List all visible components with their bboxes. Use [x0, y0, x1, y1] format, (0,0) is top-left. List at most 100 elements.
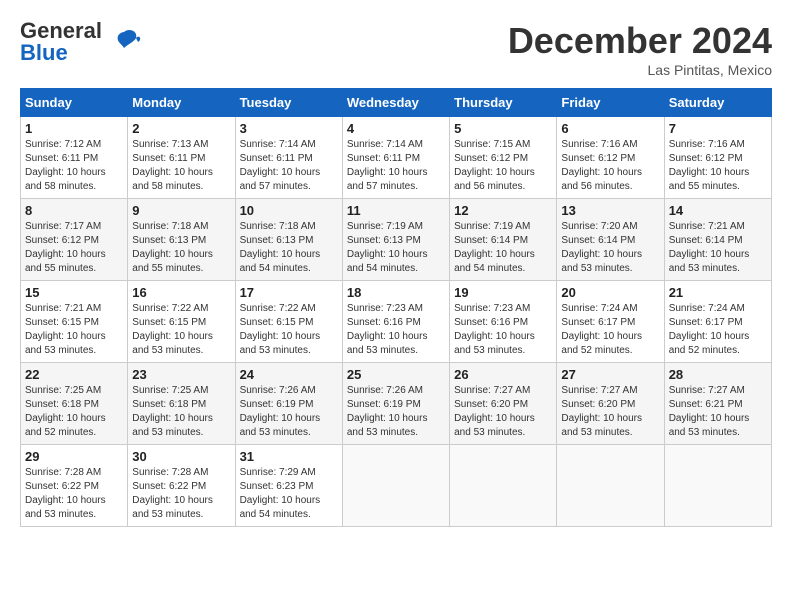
- table-row: 24 Sunrise: 7:26 AMSunset: 6:19 PMDayligh…: [235, 363, 342, 445]
- week-row-3: 15Sunrise: 7:21 AMSunset: 6:15 PMDayligh…: [21, 281, 772, 363]
- week-row-4: 22 Sunrise: 7:25 AMSunset: 6:18 PMDayligh…: [21, 363, 772, 445]
- table-row: 15Sunrise: 7:21 AMSunset: 6:15 PMDayligh…: [21, 281, 128, 363]
- day-number: 18: [347, 285, 445, 300]
- day-number: 31: [240, 449, 338, 464]
- cell-content: Sunrise: 7:28 AMSunset: 6:22 PMDaylight:…: [25, 466, 123, 522]
- day-number: 13: [561, 203, 659, 218]
- logo-bird-icon: [106, 24, 142, 60]
- day-number: 26: [454, 367, 552, 382]
- table-row: 9 Sunrise: 7:18 AMSunset: 6:13 PMDaylight…: [128, 199, 235, 281]
- table-row: 18Sunrise: 7:23 AMSunset: 6:16 PMDayligh…: [342, 281, 449, 363]
- table-row: 23Sunrise: 7:25 AMSunset: 6:18 PMDayligh…: [128, 363, 235, 445]
- day-number: 24: [240, 367, 338, 382]
- weekday-header-friday: Friday: [557, 89, 664, 117]
- cell-content: Sunrise: 7:18 AMSunset: 6:13 PMDaylight:…: [240, 220, 338, 276]
- table-row: 1Sunrise: 7:12 AMSunset: 6:11 PMDaylight…: [21, 117, 128, 199]
- logo-blue: Blue: [20, 40, 68, 65]
- day-number: 17: [240, 285, 338, 300]
- cell-content: Sunrise: 7:26 AMSunset: 6:19 PMDaylight:…: [347, 384, 445, 440]
- table-row: 6Sunrise: 7:16 AMSunset: 6:12 PMDaylight…: [557, 117, 664, 199]
- cell-content: Sunrise: 7:24 AMSunset: 6:17 PMDaylight:…: [561, 302, 659, 358]
- cell-content: Sunrise: 7:15 AMSunset: 6:12 PMDaylight:…: [454, 138, 552, 194]
- calendar-table: SundayMondayTuesdayWednesdayThursdayFrid…: [20, 88, 772, 527]
- day-number: 28: [669, 367, 767, 382]
- day-number: 22: [25, 367, 123, 382]
- table-row: 10 Sunrise: 7:18 AMSunset: 6:13 PMDayligh…: [235, 199, 342, 281]
- day-number: 10: [240, 203, 338, 218]
- day-number: 27: [561, 367, 659, 382]
- logo-text: General Blue: [20, 20, 102, 64]
- location: Las Pintitas, Mexico: [508, 62, 772, 78]
- table-row: 2Sunrise: 7:13 AMSunset: 6:11 PMDaylight…: [128, 117, 235, 199]
- cell-content: Sunrise: 7:20 AMSunset: 6:14 PMDaylight:…: [561, 220, 659, 276]
- weekday-header-wednesday: Wednesday: [342, 89, 449, 117]
- cell-content: Sunrise: 7:14 AMSunset: 6:11 PMDaylight:…: [347, 138, 445, 194]
- title-block: December 2024 Las Pintitas, Mexico: [508, 20, 772, 78]
- cell-content: Sunrise: 7:17 AMSunset: 6:12 PMDaylight:…: [25, 220, 123, 276]
- day-number: 30: [132, 449, 230, 464]
- table-row: 4 Sunrise: 7:14 AMSunset: 6:11 PMDaylight…: [342, 117, 449, 199]
- week-row-1: 1Sunrise: 7:12 AMSunset: 6:11 PMDaylight…: [21, 117, 772, 199]
- table-row: [450, 445, 557, 527]
- table-row: 21Sunrise: 7:24 AMSunset: 6:17 PMDayligh…: [664, 281, 771, 363]
- day-number: 20: [561, 285, 659, 300]
- page-header: General Blue December 2024 Las Pintitas,…: [20, 20, 772, 78]
- table-row: 14 Sunrise: 7:21 AMSunset: 6:14 PMDayligh…: [664, 199, 771, 281]
- table-row: 3 Sunrise: 7:14 AMSunset: 6:11 PMDaylight…: [235, 117, 342, 199]
- table-row: [664, 445, 771, 527]
- table-row: 11 Sunrise: 7:19 AMSunset: 6:13 PMDayligh…: [342, 199, 449, 281]
- day-number: 4: [347, 121, 445, 136]
- weekday-header-saturday: Saturday: [664, 89, 771, 117]
- cell-content: Sunrise: 7:22 AMSunset: 6:15 PMDaylight:…: [240, 302, 338, 358]
- table-row: 17 Sunrise: 7:22 AMSunset: 6:15 PMDayligh…: [235, 281, 342, 363]
- cell-content: Sunrise: 7:25 AMSunset: 6:18 PMDaylight:…: [132, 384, 230, 440]
- cell-content: Sunrise: 7:23 AMSunset: 6:16 PMDaylight:…: [454, 302, 552, 358]
- day-number: 7: [669, 121, 767, 136]
- table-row: 8 Sunrise: 7:17 AMSunset: 6:12 PMDaylight…: [21, 199, 128, 281]
- day-number: 12: [454, 203, 552, 218]
- logo: General Blue: [20, 20, 142, 64]
- day-number: 21: [669, 285, 767, 300]
- cell-content: Sunrise: 7:21 AMSunset: 6:15 PMDaylight:…: [25, 302, 123, 358]
- day-number: 6: [561, 121, 659, 136]
- day-number: 25: [347, 367, 445, 382]
- day-number: 9: [132, 203, 230, 218]
- weekday-header-thursday: Thursday: [450, 89, 557, 117]
- cell-content: Sunrise: 7:13 AMSunset: 6:11 PMDaylight:…: [132, 138, 230, 194]
- weekday-header-row: SundayMondayTuesdayWednesdayThursdayFrid…: [21, 89, 772, 117]
- table-row: 7 Sunrise: 7:16 AMSunset: 6:12 PMDaylight…: [664, 117, 771, 199]
- table-row: 16Sunrise: 7:22 AMSunset: 6:15 PMDayligh…: [128, 281, 235, 363]
- cell-content: Sunrise: 7:12 AMSunset: 6:11 PMDaylight:…: [25, 138, 123, 194]
- day-number: 19: [454, 285, 552, 300]
- cell-content: Sunrise: 7:16 AMSunset: 6:12 PMDaylight:…: [669, 138, 767, 194]
- table-row: 25 Sunrise: 7:26 AMSunset: 6:19 PMDayligh…: [342, 363, 449, 445]
- day-number: 3: [240, 121, 338, 136]
- cell-content: Sunrise: 7:27 AMSunset: 6:20 PMDaylight:…: [561, 384, 659, 440]
- cell-content: Sunrise: 7:26 AMSunset: 6:19 PMDaylight:…: [240, 384, 338, 440]
- cell-content: Sunrise: 7:19 AMSunset: 6:14 PMDaylight:…: [454, 220, 552, 276]
- cell-content: Sunrise: 7:19 AMSunset: 6:13 PMDaylight:…: [347, 220, 445, 276]
- cell-content: Sunrise: 7:14 AMSunset: 6:11 PMDaylight:…: [240, 138, 338, 194]
- table-row: 31 Sunrise: 7:29 AMSunset: 6:23 PMDayligh…: [235, 445, 342, 527]
- table-row: 19 Sunrise: 7:23 AMSunset: 6:16 PMDayligh…: [450, 281, 557, 363]
- day-number: 14: [669, 203, 767, 218]
- day-number: 29: [25, 449, 123, 464]
- day-number: 8: [25, 203, 123, 218]
- week-row-5: 29 Sunrise: 7:28 AMSunset: 6:22 PMDayligh…: [21, 445, 772, 527]
- cell-content: Sunrise: 7:21 AMSunset: 6:14 PMDaylight:…: [669, 220, 767, 276]
- table-row: 30Sunrise: 7:28 AMSunset: 6:22 PMDayligh…: [128, 445, 235, 527]
- table-row: 26Sunrise: 7:27 AMSunset: 6:20 PMDayligh…: [450, 363, 557, 445]
- weekday-header-monday: Monday: [128, 89, 235, 117]
- day-number: 11: [347, 203, 445, 218]
- table-row: 12 Sunrise: 7:19 AMSunset: 6:14 PMDayligh…: [450, 199, 557, 281]
- table-row: [557, 445, 664, 527]
- cell-content: Sunrise: 7:27 AMSunset: 6:21 PMDaylight:…: [669, 384, 767, 440]
- cell-content: Sunrise: 7:18 AMSunset: 6:13 PMDaylight:…: [132, 220, 230, 276]
- table-row: 27 Sunrise: 7:27 AMSunset: 6:20 PMDayligh…: [557, 363, 664, 445]
- week-row-2: 8 Sunrise: 7:17 AMSunset: 6:12 PMDaylight…: [21, 199, 772, 281]
- table-row: 13 Sunrise: 7:20 AMSunset: 6:14 PMDayligh…: [557, 199, 664, 281]
- day-number: 5: [454, 121, 552, 136]
- cell-content: Sunrise: 7:25 AMSunset: 6:18 PMDaylight:…: [25, 384, 123, 440]
- cell-content: Sunrise: 7:29 AMSunset: 6:23 PMDaylight:…: [240, 466, 338, 522]
- month-title: December 2024: [508, 20, 772, 62]
